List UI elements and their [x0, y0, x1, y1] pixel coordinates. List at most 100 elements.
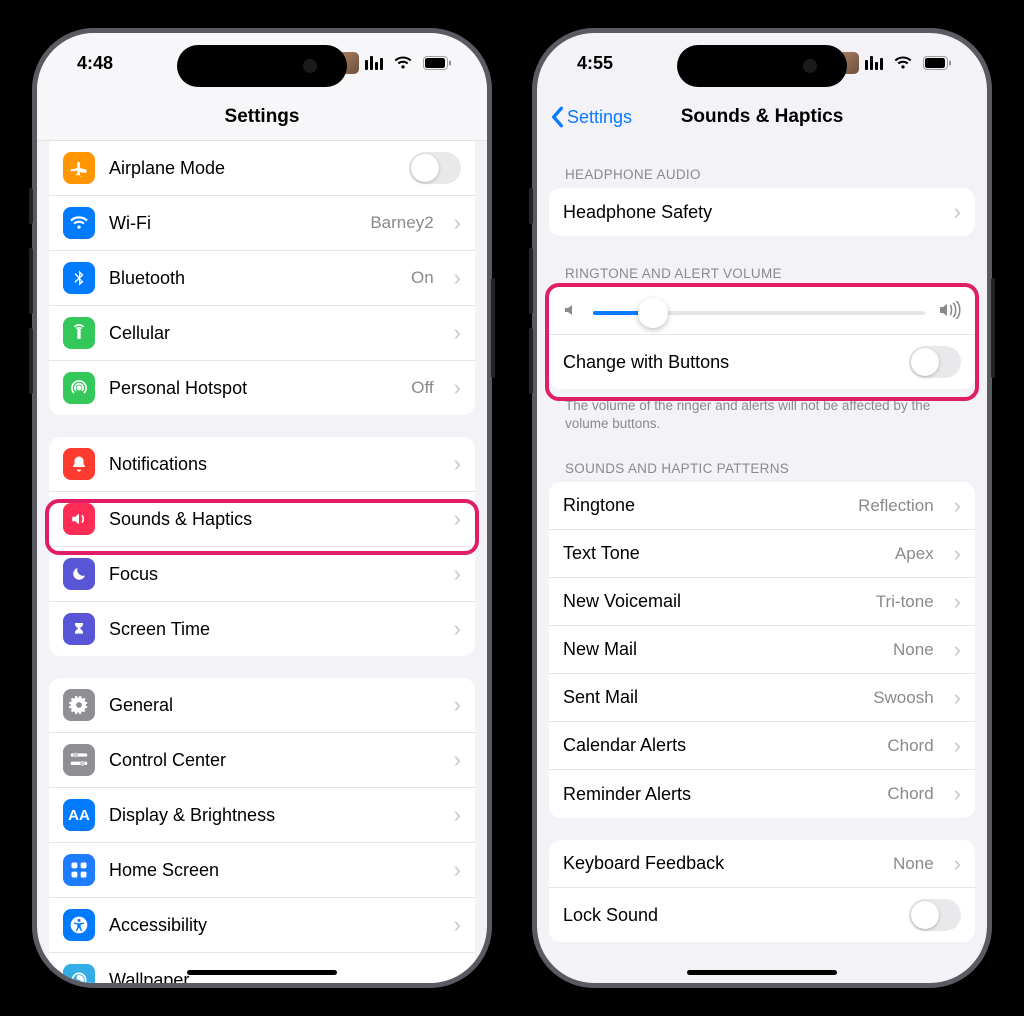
grid-icon — [63, 854, 95, 886]
pattern-row-sent-mail[interactable]: Sent MailSwoosh› — [549, 674, 975, 722]
settings-row-accessibility[interactable]: Accessibility › — [49, 898, 475, 953]
settings-row-sounds-haptics[interactable]: Sounds & Haptics› — [49, 492, 475, 547]
row-label: Cellular — [109, 323, 434, 344]
back-button[interactable]: Settings — [549, 106, 632, 128]
settings-group-system: General›Control Center›AADisplay & Brigh… — [49, 678, 475, 983]
now-playing-eq-icon — [365, 56, 383, 70]
page-title: Settings — [225, 106, 300, 128]
settings-row-control-center[interactable]: Control Center› — [49, 733, 475, 788]
kb-lock-row-keyboard-feedback[interactable]: Keyboard Feedback None › — [549, 840, 975, 888]
hourglass-icon — [63, 613, 95, 645]
pattern-row-reminder-alerts[interactable]: Reminder Alerts Chord › — [549, 770, 975, 818]
iphone-frame-right: 4:55 Settings Sounds & Haptics HEADPHONE… — [532, 28, 992, 988]
switch-change-with-buttons[interactable] — [909, 346, 961, 378]
row-value: None — [893, 640, 934, 660]
kb-lock-row-lock-sound[interactable]: Lock Sound — [549, 888, 975, 942]
pattern-row-new-mail[interactable]: New Mail None › — [549, 626, 975, 674]
bell-icon — [63, 448, 95, 480]
row-value: Barney2 — [370, 213, 433, 233]
settings-row-wallpaper[interactable]: Wallpaper› — [49, 953, 475, 983]
settings-row-personal-hotspot[interactable]: Personal HotspotOff› — [49, 361, 475, 415]
page-title: Sounds & Haptics — [681, 106, 844, 128]
pattern-row-ringtone[interactable]: Ringtone Reflection › — [549, 482, 975, 530]
settings-group-connectivity: Airplane ModeWi-FiBarney2›BluetoothOn›Ce… — [49, 141, 475, 415]
nav-bar: Settings — [37, 93, 487, 141]
row-value: Tri-tone — [876, 592, 934, 612]
hotspot-icon — [63, 372, 95, 404]
row-switch[interactable] — [909, 899, 961, 931]
chevron-right-icon: › — [954, 495, 961, 517]
row-label: Headphone Safety — [563, 202, 934, 223]
chevron-right-icon: › — [454, 212, 461, 234]
settings-row-screen-time[interactable]: Screen Time› — [49, 602, 475, 656]
chevron-right-icon: › — [454, 508, 461, 530]
row-label: Keyboard Feedback — [563, 853, 879, 874]
pattern-row-text-tone[interactable]: Text ToneApex› — [549, 530, 975, 578]
sounds-list[interactable]: HEADPHONE AUDIO Headphone Safety › RINGT… — [537, 141, 987, 964]
status-time: 4:48 — [77, 53, 113, 74]
row-change-with-buttons[interactable]: Change with Buttons — [549, 335, 975, 389]
settings-row-focus[interactable]: Focus› — [49, 547, 475, 602]
moon-icon — [63, 558, 95, 590]
screen-settings: 4:48 Settings Airplane Mode Wi-Fi Barney2 ›… — [37, 33, 487, 983]
dynamic-island — [677, 45, 847, 87]
chevron-right-icon: › — [454, 322, 461, 344]
chevron-right-icon: › — [954, 201, 961, 223]
settings-list[interactable]: Airplane ModeWi-FiBarney2›BluetoothOn›Ce… — [37, 141, 487, 983]
row-label: Notifications — [109, 454, 434, 475]
row-label: New Voicemail — [563, 591, 862, 612]
dynamic-island — [177, 45, 347, 87]
row-label: Calendar Alerts — [563, 735, 873, 756]
iphone-frame-left: 4:48 Settings Airplane Mode Wi-Fi Barney2 ›… — [32, 28, 492, 988]
row-label: Bluetooth — [109, 268, 397, 289]
pattern-row-new-voicemail[interactable]: New VoicemailTri-tone› — [549, 578, 975, 626]
settings-row-airplane-mode[interactable]: Airplane Mode — [49, 141, 475, 196]
chevron-right-icon: › — [454, 267, 461, 289]
row-label: Focus — [109, 564, 434, 585]
row-value: Reflection — [858, 496, 934, 516]
row-label: Accessibility — [109, 915, 434, 936]
volume-slider[interactable] — [593, 311, 925, 315]
sliders-icon — [63, 744, 95, 776]
row-headphone-safety[interactable]: Headphone Safety › — [549, 188, 975, 236]
chevron-right-icon: › — [954, 783, 961, 805]
row-label: New Mail — [563, 639, 879, 660]
row-label: Ringtone — [563, 495, 844, 516]
section-header-patterns: SOUNDS AND HAPTIC PATTERNS — [549, 453, 975, 482]
cellular-icon — [63, 317, 95, 349]
chevron-right-icon: › — [454, 618, 461, 640]
row-switch[interactable] — [409, 152, 461, 184]
section-footer-ringtone: The volume of the ringer and alerts will… — [549, 397, 975, 433]
row-value: None — [893, 854, 934, 874]
row-label: Control Center — [109, 750, 434, 771]
chevron-right-icon: › — [454, 804, 461, 826]
row-label: Change with Buttons — [563, 352, 895, 373]
speaker-low-icon — [563, 302, 579, 323]
row-value: Chord — [887, 784, 933, 804]
settings-row-display-brightness[interactable]: AADisplay & Brightness› — [49, 788, 475, 843]
settings-row-wi-fi[interactable]: Wi-Fi Barney2 › — [49, 196, 475, 251]
chevron-right-icon: › — [454, 914, 461, 936]
wifi-icon — [393, 56, 413, 70]
row-label: Airplane Mode — [109, 158, 395, 179]
settings-row-general[interactable]: General› — [49, 678, 475, 733]
row-value: Swoosh — [873, 688, 933, 708]
status-time: 4:55 — [577, 53, 613, 74]
row-label: Reminder Alerts — [563, 784, 873, 805]
now-playing-eq-icon — [865, 56, 883, 70]
back-label: Settings — [567, 107, 632, 128]
chevron-right-icon: › — [454, 453, 461, 475]
settings-row-cellular[interactable]: Cellular › — [49, 306, 475, 361]
settings-row-notifications[interactable]: Notifications › — [49, 437, 475, 492]
settings-row-bluetooth[interactable]: BluetoothOn› — [49, 251, 475, 306]
home-indicator[interactable] — [187, 970, 337, 975]
volume-slider-row — [549, 287, 975, 335]
home-indicator[interactable] — [687, 970, 837, 975]
chevron-right-icon: › — [954, 853, 961, 875]
chevron-right-icon: › — [954, 639, 961, 661]
settings-row-home-screen[interactable]: Home Screen› — [49, 843, 475, 898]
chevron-right-icon: › — [454, 969, 461, 983]
battery-icon — [423, 56, 451, 70]
pattern-row-calendar-alerts[interactable]: Calendar AlertsChord› — [549, 722, 975, 770]
row-label: Wi-Fi — [109, 213, 356, 234]
